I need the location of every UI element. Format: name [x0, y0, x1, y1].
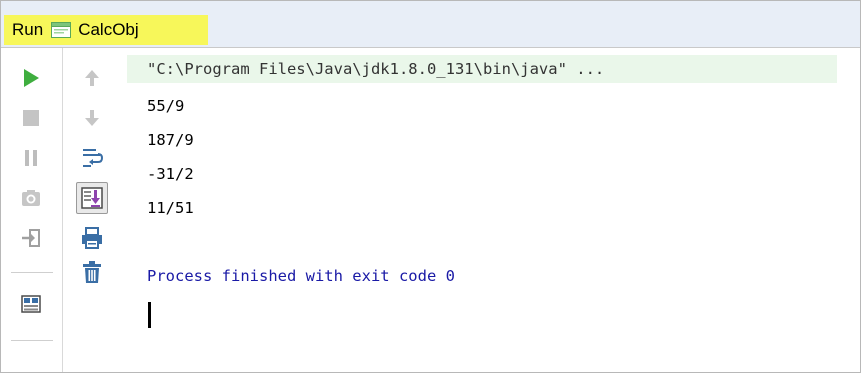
up-arrow-icon: [84, 68, 100, 88]
console-output[interactable]: "C:\Program Files\Java\jdk1.8.0_131\bin\…: [123, 48, 860, 372]
soft-wrap-button[interactable]: [78, 144, 106, 172]
rerun-icon: [22, 68, 40, 88]
dump-threads-button[interactable]: [17, 184, 45, 212]
rerun-button[interactable]: [17, 64, 45, 92]
application-config-icon: [51, 22, 72, 38]
run-config-name: CalcObj: [78, 20, 139, 39]
run-tool-window-header: Run CalcObj: [1, 1, 860, 48]
run-tool-window: Run CalcObj "C:\Program Files\Java\jdk1.…: [0, 0, 861, 373]
clear-all-button[interactable]: [78, 258, 106, 286]
stop-button[interactable]: [17, 104, 45, 132]
next-occurrence-button[interactable]: [78, 104, 106, 132]
pause-button[interactable]: [17, 144, 45, 172]
exit-button[interactable]: [17, 224, 45, 252]
stop-icon: [22, 109, 40, 127]
text-caret: [148, 302, 151, 328]
run-tab-label: Run: [12, 20, 44, 39]
restore-layout-icon: [21, 294, 41, 314]
print-icon: [81, 227, 103, 249]
toolbar-separator: [11, 340, 53, 341]
toolbar-column-divider: [62, 48, 63, 372]
exit-message: Process finished with exit code 0: [147, 267, 455, 285]
run-tab[interactable]: Run CalcObj: [4, 15, 208, 45]
print-button[interactable]: [78, 224, 106, 252]
dump-threads-icon: [21, 189, 41, 207]
down-arrow-icon: [84, 108, 100, 128]
exit-icon: [21, 228, 41, 248]
previous-occurrence-button[interactable]: [78, 64, 106, 92]
toolbar-separator: [11, 272, 53, 273]
output-line: -31/2: [147, 165, 194, 183]
scroll-to-end-icon: [81, 187, 103, 209]
clear-all-icon: [82, 260, 102, 284]
scroll-to-end-button[interactable]: [76, 182, 108, 214]
output-line: 187/9: [147, 131, 194, 149]
output-line: 55/9: [147, 97, 185, 115]
output-line: 11/51: [147, 199, 194, 217]
pause-icon: [23, 149, 39, 167]
command-line: "C:\Program Files\Java\jdk1.8.0_131\bin\…: [127, 55, 837, 83]
restore-layout-button[interactable]: [17, 290, 45, 318]
soft-wrap-icon: [81, 147, 103, 169]
